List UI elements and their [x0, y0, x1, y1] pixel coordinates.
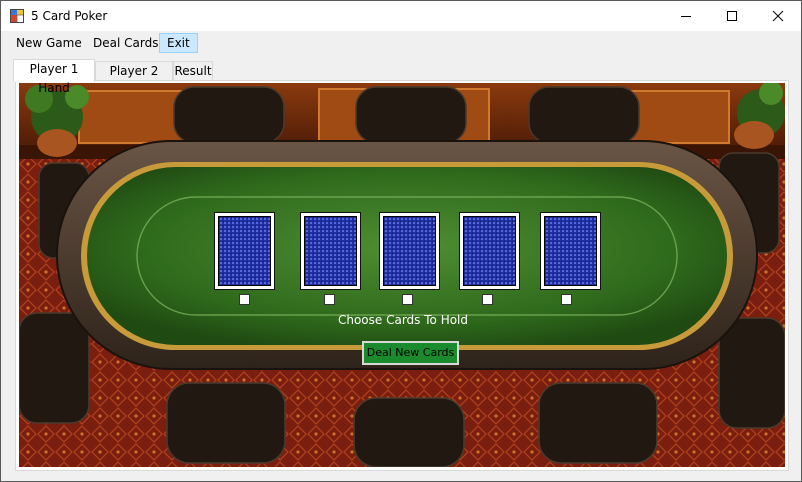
- tab-player-2-hand[interactable]: Player 2 Hand: [95, 61, 173, 97]
- minimize-icon: [681, 16, 691, 17]
- card-5[interactable]: [540, 212, 601, 290]
- deal-new-cards-button[interactable]: Deal New Cards: [362, 341, 459, 365]
- app-window: 5 Card Poker New Game Deal Cards Exit Pl…: [0, 0, 802, 482]
- minimize-button[interactable]: [663, 1, 709, 31]
- card-back: [304, 216, 357, 286]
- maximize-icon: [727, 11, 737, 21]
- card-back: [463, 216, 516, 286]
- poker-table-scene: Choose Cards To Hold Deal New Cards: [19, 83, 785, 467]
- tab-panel-player-1: Choose Cards To Hold Deal New Cards: [15, 80, 789, 471]
- card-1[interactable]: [214, 212, 275, 290]
- title-bar: 5 Card Poker: [1, 1, 801, 31]
- close-icon: [772, 10, 784, 22]
- hold-checkbox-4[interactable]: [482, 294, 493, 305]
- tab-result[interactable]: Result: [173, 61, 213, 81]
- hold-checkbox-3[interactable]: [402, 294, 413, 305]
- card-back: [218, 216, 271, 286]
- card-3[interactable]: [379, 212, 440, 290]
- close-button[interactable]: [755, 1, 801, 31]
- maximize-button[interactable]: [709, 1, 755, 31]
- window-title: 5 Card Poker: [31, 9, 108, 23]
- hold-checkbox-2[interactable]: [324, 294, 335, 305]
- hold-checkbox-1[interactable]: [239, 294, 250, 305]
- menu-new-game[interactable]: New Game: [9, 33, 89, 53]
- card-2[interactable]: [300, 212, 361, 290]
- card-back: [544, 216, 597, 286]
- hold-checkbox-5[interactable]: [561, 294, 572, 305]
- card-back: [383, 216, 436, 286]
- card-4[interactable]: [459, 212, 520, 290]
- menu-deal-cards[interactable]: Deal Cards: [86, 33, 165, 53]
- menu-bar: New Game Deal Cards Exit: [1, 31, 801, 55]
- app-icon: [10, 9, 24, 23]
- tab-player-1-hand[interactable]: Player 1 Hand: [13, 59, 95, 95]
- hold-instruction-label: Choose Cards To Hold: [337, 313, 469, 327]
- menu-exit[interactable]: Exit: [159, 33, 198, 53]
